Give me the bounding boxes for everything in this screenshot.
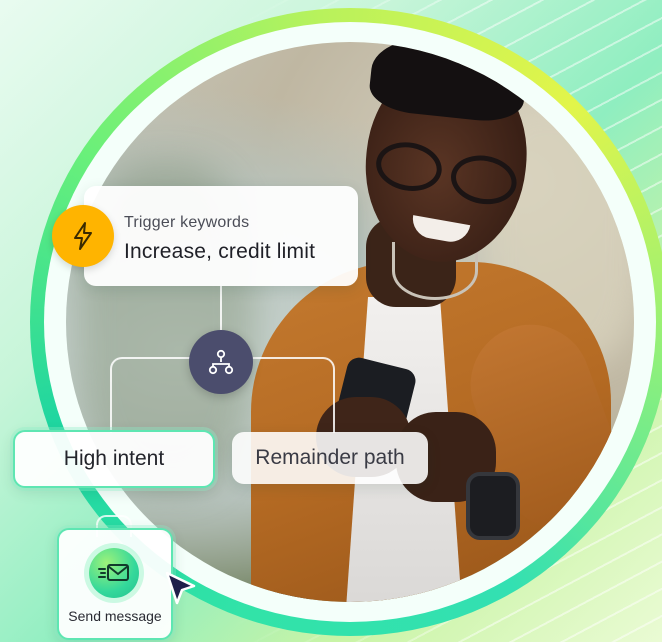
send-mail-icon bbox=[89, 548, 139, 598]
branch-split-icon[interactable] bbox=[189, 330, 253, 394]
trigger-value: Increase, credit limit bbox=[124, 240, 316, 263]
connector-branch-to-high-intent bbox=[110, 357, 192, 433]
high-intent-label: High intent bbox=[63, 447, 165, 470]
photo-watch bbox=[466, 472, 520, 540]
connector-branch-to-remainder bbox=[253, 357, 335, 433]
send-message-card[interactable]: Send message bbox=[57, 528, 173, 640]
hero-photo bbox=[66, 42, 634, 602]
connector-trigger-to-branch bbox=[220, 286, 222, 330]
trigger-label: Trigger keywords bbox=[124, 214, 250, 231]
high-intent-path-card[interactable]: High intent bbox=[13, 430, 215, 488]
remainder-path-card[interactable]: Remainder path bbox=[232, 432, 428, 484]
mouse-cursor-icon bbox=[165, 571, 196, 605]
remainder-path-label: Remainder path bbox=[255, 446, 405, 469]
send-message-label: Send message bbox=[68, 608, 162, 624]
trigger-keywords-card[interactable]: Trigger keywords Increase, credit limit bbox=[84, 186, 358, 286]
lightning-bolt-icon bbox=[52, 205, 114, 267]
